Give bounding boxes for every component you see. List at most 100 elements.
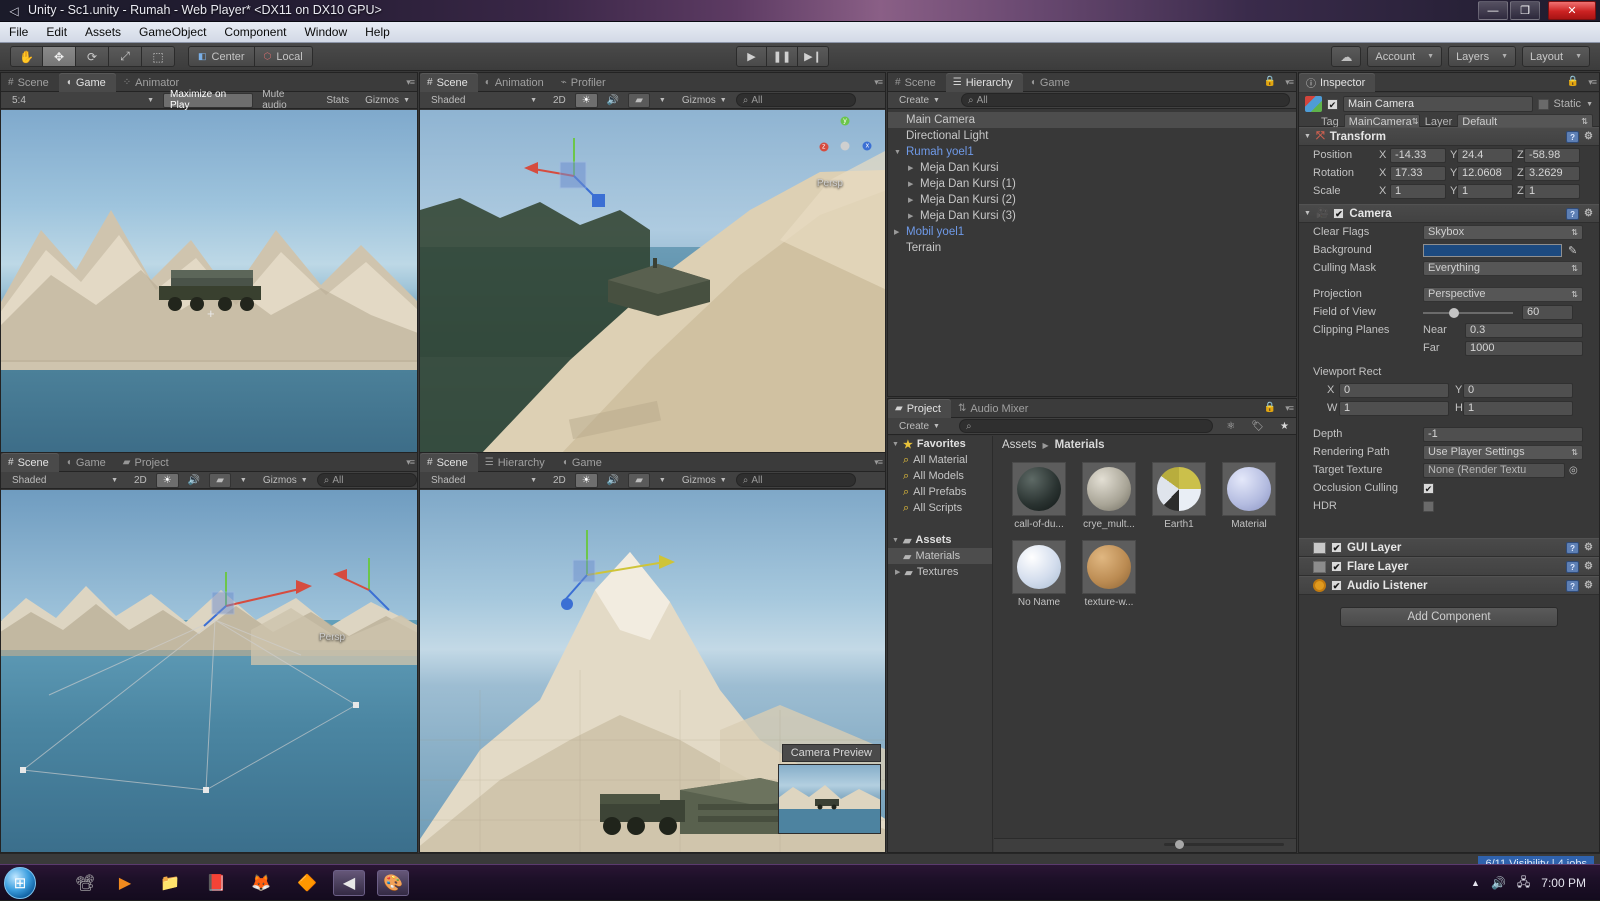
projection-dropdown[interactable]: Perspective ⇅ <box>1423 286 1583 302</box>
scene-viewport-bot-left[interactable]: Persp <box>1 490 417 852</box>
audio-toggle-icon[interactable]: 🔊 <box>181 473 207 488</box>
scene-orientation-gizmo[interactable]: y x z <box>817 116 873 174</box>
transform-gizmo[interactable] <box>545 520 745 610</box>
expand-arrow-icon[interactable]: ▶ <box>908 180 920 188</box>
scene-viewport-bot-mid[interactable]: ✛ Camera Preview <box>420 490 885 852</box>
scene-viewport-top-mid[interactable]: y x z Persp <box>420 110 885 453</box>
vlc-cone-icon[interactable]: 🔶 <box>294 870 320 896</box>
audio-listener-checkbox[interactable]: ✔ <box>1331 580 1342 591</box>
gear-icon[interactable]: ⚙ <box>1584 561 1593 573</box>
lighting-toggle-icon[interactable]: ☀ <box>155 472 179 488</box>
panel-options-icon[interactable]: ▾≡ <box>874 77 883 88</box>
depth-field[interactable]: -1 <box>1423 426 1583 442</box>
hierarchy-item-rumah-yoel1[interactable]: ▼ Rumah yoel1 <box>888 144 1296 160</box>
tab-inspector[interactable]: ⓘ Inspector <box>1299 73 1376 92</box>
panel-options-icon[interactable]: ▾≡ <box>406 457 415 468</box>
target-texture-field[interactable]: None (Render Textu <box>1423 462 1565 478</box>
expand-arrow-icon[interactable]: ▶ <box>894 228 906 236</box>
project-tree-materials[interactable]: ▰ Materials <box>888 548 992 564</box>
fx-dropdown[interactable]: ▼ <box>652 473 673 488</box>
filter-by-label-icon[interactable]: 🏷 <box>1244 419 1271 434</box>
pivot-rotation-button[interactable]: ⬡ Local <box>254 46 313 67</box>
rotate-tool-button[interactable]: ⟳ <box>76 46 109 67</box>
gizmo-z-axis[interactable]: z <box>819 142 829 152</box>
account-dropdown[interactable]: Account ▼ <box>1367 46 1443 67</box>
menu-item-help[interactable]: Help <box>356 22 399 43</box>
gear-icon[interactable]: ⚙ <box>1584 131 1593 143</box>
tab-game[interactable]: ◖ Game <box>555 453 612 472</box>
chevron-down-icon[interactable]: ▼ <box>1586 101 1593 108</box>
tab-hierarchy[interactable]: ☰ Hierarchy <box>478 453 555 472</box>
viewport-y-field[interactable]: 0 <box>1463 382 1573 398</box>
pause-button[interactable]: ❚❚ <box>767 46 798 67</box>
lock-icon[interactable]: 🔒 <box>1567 76 1579 87</box>
gizmo-center[interactable] <box>840 141 850 151</box>
help-icon[interactable]: ? <box>1566 207 1580 220</box>
rotation-z-field[interactable]: 3.2629 <box>1524 165 1580 181</box>
scale-tool-button[interactable]: ⤢ <box>109 46 142 67</box>
gizmos-dropdown[interactable]: Gizmos ▼ <box>256 473 315 488</box>
gui-layer-checkbox[interactable]: ✔ <box>1331 542 1342 553</box>
hierarchy-item-meja-dan-kursi-3[interactable]: ▶ Meja Dan Kursi (3) <box>888 208 1296 224</box>
lock-icon[interactable]: 🔒 <box>1264 402 1276 413</box>
help-icon[interactable]: ? <box>1566 560 1580 573</box>
expand-arrow-icon[interactable]: ▶ <box>908 164 920 172</box>
add-component-button[interactable]: Add Component <box>1340 607 1558 627</box>
tab-scene[interactable]: # Scene <box>1 453 59 472</box>
hierarchy-item-meja-dan-kursi-2[interactable]: ▶ Meja Dan Kursi (2) <box>888 192 1296 208</box>
tab-project[interactable]: ▰ Project <box>116 453 179 472</box>
object-enabled-checkbox[interactable]: ✔ <box>1327 98 1338 110</box>
tray-chevron-icon[interactable]: ▲ <box>1471 878 1480 888</box>
hierarchy-item-terrain[interactable]: Terrain <box>888 240 1296 256</box>
tab-audio-mixer[interactable]: ⇅ Audio Mixer <box>951 399 1038 418</box>
occlusion-culling-checkbox[interactable]: ✔ <box>1423 482 1434 494</box>
viewport-x-field[interactable]: 0 <box>1339 382 1449 398</box>
hierarchy-item-main-camera[interactable]: Main Camera <box>888 112 1296 128</box>
position-y-field[interactable]: 24.4 <box>1457 147 1513 163</box>
firefox-icon[interactable]: 🦊 <box>248 870 274 896</box>
scene-search-input[interactable]: ⌕ All <box>735 473 856 487</box>
media-player-icon[interactable]: ▶ <box>112 870 138 896</box>
mute-audio-button[interactable]: Mute audio <box>255 89 317 111</box>
project-tree-all-scripts[interactable]: ⌕ All Scripts <box>888 500 992 516</box>
culling-mask-dropdown[interactable]: Everything ⇅ <box>1423 260 1583 276</box>
play-button[interactable]: ▶ <box>736 46 767 67</box>
fov-field[interactable]: 60 <box>1522 304 1573 320</box>
unity-taskbar-icon[interactable]: ◀ <box>333 870 365 896</box>
object-picker-icon[interactable]: ◎ <box>1565 465 1578 476</box>
viewport-w-field[interactable]: 1 <box>1339 400 1449 416</box>
audio-toggle-icon[interactable]: 🔊 <box>600 473 626 488</box>
lighting-toggle-icon[interactable]: ☀ <box>574 472 598 488</box>
layout-dropdown[interactable]: Layout ▼ <box>1522 46 1590 67</box>
gizmo-y-axis[interactable]: y <box>840 116 850 126</box>
fx-dropdown[interactable]: ▼ <box>233 473 254 488</box>
stats-button[interactable]: Stats <box>319 93 356 108</box>
gear-icon[interactable]: ⚙ <box>1584 580 1593 592</box>
tab-scene[interactable]: # Scene <box>888 73 946 92</box>
fx-image-icon[interactable]: ▰ <box>628 472 650 488</box>
hand-tool-button[interactable]: ✋ <box>10 46 43 67</box>
paint-icon[interactable]: 🎨 <box>377 870 409 896</box>
tab-profiler[interactable]: ⌁ Profiler <box>554 73 616 92</box>
panel-options-icon[interactable]: ▾≡ <box>874 457 883 468</box>
aspect-ratio-dropdown[interactable]: 5:4 ▼ <box>5 93 161 108</box>
tab-scene[interactable]: # Scene <box>420 453 478 472</box>
fov-slider[interactable] <box>1423 306 1513 319</box>
fx-image-icon[interactable]: ▰ <box>209 472 231 488</box>
hdr-checkbox[interactable] <box>1423 500 1434 512</box>
scale-z-field[interactable]: 1 <box>1524 183 1580 199</box>
static-checkbox[interactable] <box>1537 98 1549 110</box>
minimize-button[interactable]: — <box>1478 1 1508 20</box>
expand-arrow-icon[interactable]: ▶ <box>908 212 920 220</box>
menu-item-component[interactable]: Component <box>215 22 295 43</box>
asset-item[interactable]: Material <box>1214 462 1284 530</box>
close-button[interactable]: ✕ <box>1548 1 1596 20</box>
layers-dropdown[interactable]: Layers ▼ <box>1448 46 1517 67</box>
camera-gizmo[interactable] <box>331 550 417 620</box>
tab-scene[interactable]: # Scene <box>1 73 59 92</box>
panel-options-icon[interactable]: ▾≡ <box>1588 77 1597 88</box>
help-icon[interactable]: ? <box>1566 130 1580 143</box>
expand-arrow-icon[interactable]: ▶ <box>895 568 900 576</box>
draw-mode-dropdown[interactable]: Shaded ▼ <box>5 473 125 488</box>
gear-icon[interactable]: ⚙ <box>1584 542 1593 554</box>
